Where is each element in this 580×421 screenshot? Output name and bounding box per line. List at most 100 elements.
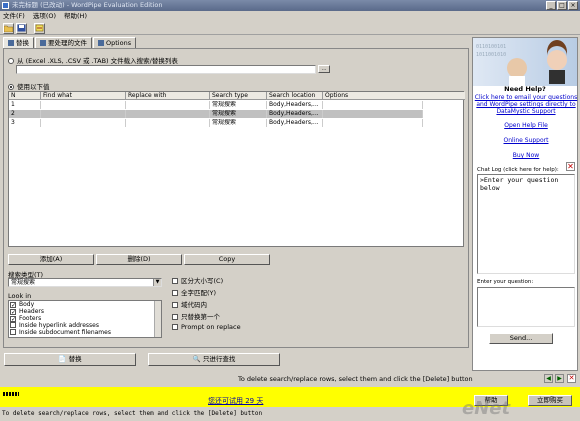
help-banner-image: 0110100101 1011001010 [473, 38, 577, 86]
window-title: 未完标题 (已改动) - WordPipe Evaluation Edition [12, 1, 163, 9]
close-button[interactable]: × [568, 1, 578, 10]
app-icon [2, 2, 9, 9]
need-help-title: Need Help? [504, 85, 546, 93]
menu-options[interactable]: 选项(O) [33, 11, 56, 21]
from-file-radio[interactable] [8, 58, 14, 64]
send-button[interactable]: Send... [489, 333, 553, 344]
options-cell[interactable] [323, 110, 423, 118]
look-in-subdocuments[interactable]: Inside subdocument filenames [9, 329, 161, 336]
col-header-type[interactable]: Search type [210, 92, 267, 100]
svg-text:1011001010: 1011001010 [476, 52, 506, 58]
browse-button[interactable]: ... [318, 65, 330, 73]
question-label: Enter your question: [477, 279, 534, 285]
copy-row-button[interactable]: Copy [184, 254, 270, 265]
table-row[interactable]: 3 常规搜索 Body,Headers,... [9, 119, 423, 127]
options-cell[interactable] [323, 119, 423, 127]
checkbox-empty[interactable] [172, 302, 178, 308]
col-header-replace[interactable]: Replace with [126, 92, 210, 100]
row-number: 2 [9, 110, 41, 118]
replace-cell[interactable] [126, 110, 210, 118]
look-in-headers[interactable]: ✓ Headers [9, 308, 161, 316]
menu-file[interactable]: 文件(F) [3, 11, 25, 21]
options-cell[interactable] [323, 101, 423, 109]
replace-cell[interactable] [126, 119, 210, 127]
find-cell[interactable] [41, 101, 126, 109]
maximize-button[interactable]: □ [557, 1, 567, 10]
type-cell[interactable]: 常规搜索 [210, 119, 267, 127]
wizard-icon[interactable] [34, 23, 45, 34]
status-hint: To delete search/replace rows, select th… [238, 375, 473, 383]
col-header-n[interactable]: N [9, 92, 41, 100]
close-icon[interactable]: ✕ [566, 162, 575, 171]
checkbox-empty[interactable] [10, 329, 16, 335]
find-cell[interactable] [41, 119, 126, 127]
col-header-location[interactable]: Search location [267, 92, 323, 100]
delete-row-button[interactable]: 删除(D) [96, 254, 182, 265]
open-folder-icon[interactable] [3, 23, 14, 34]
replace-button[interactable]: 📄 替换 [4, 353, 136, 366]
chat-log[interactable]: >Enter your question below [477, 174, 575, 274]
status-bar: To delete search/replace rows, select th… [0, 373, 580, 385]
option-replace-first[interactable]: 只替换第一个 [172, 311, 220, 321]
tab-replace[interactable]: 替换 [3, 37, 34, 48]
option-match-case[interactable]: 区分大小写(C) [172, 275, 223, 285]
col-header-find[interactable]: Find what [41, 92, 126, 100]
use-values-radio[interactable] [8, 84, 14, 90]
row-number: 1 [9, 101, 41, 109]
source-file-input[interactable] [16, 65, 316, 74]
chevron-right-icon[interactable]: ▶ [555, 374, 564, 383]
option-prompt[interactable]: Prompt on replace [172, 323, 241, 331]
look-in-hyperlinks[interactable]: Inside hyperlink addresses [9, 322, 161, 329]
look-in-list[interactable]: ✓ Body ✓ Headers ✓ Footers Inside hyperlink… [8, 300, 162, 338]
chevron-left-icon[interactable]: ◀ [544, 374, 553, 383]
checkbox-empty[interactable] [172, 314, 178, 320]
menu-help[interactable]: 帮助(H) [64, 11, 87, 21]
table-row[interactable]: 1 常规搜索 Body,Headers,... [9, 101, 423, 109]
option-whole-word[interactable]: 全字匹配(Y) [172, 287, 216, 297]
look-in-scrollbar[interactable] [154, 301, 161, 337]
open-help-file-link[interactable]: Open Help File [473, 122, 579, 129]
tab-options[interactable]: Options [93, 37, 137, 48]
search-type-select[interactable]: 常规搜索 ▼ [8, 278, 162, 287]
search-icon: 🔍 [192, 355, 203, 363]
location-cell[interactable]: Body,Headers,... [267, 110, 323, 118]
checkbox-empty[interactable] [172, 324, 178, 330]
option-field-codes[interactable]: 域代码内 [172, 299, 207, 309]
chevron-down-icon[interactable]: ▼ [153, 279, 161, 286]
trial-days-text[interactable]: 您还可试用 29 天 [208, 396, 263, 406]
chat-log-label[interactable]: Chat Log (click here for help): [477, 167, 559, 173]
trial-progress-indicator [3, 392, 19, 396]
tab-files[interactable]: 要处理的文件 [35, 37, 92, 48]
minimize-button[interactable]: _ [546, 1, 556, 10]
location-cell[interactable]: Body,Headers,... [267, 101, 323, 109]
replace-icon: 📄 [58, 355, 69, 363]
use-values-option[interactable]: 使用以下值 [8, 81, 50, 91]
checkbox-empty[interactable] [10, 322, 16, 328]
online-support-link[interactable]: Online Support [473, 137, 579, 144]
menu-bar: 文件(F) 选项(O) 帮助(H) [0, 11, 580, 21]
location-cell[interactable]: Body,Headers,... [267, 119, 323, 127]
email-support-link[interactable]: Click here to email your questions and W… [473, 94, 579, 115]
buy-now-link[interactable]: Buy Now [473, 152, 579, 159]
watermark: eNet [462, 398, 511, 419]
col-header-options[interactable]: Options [323, 92, 465, 100]
checkbox-empty[interactable] [172, 290, 178, 296]
replace-grid[interactable]: N Find what Replace with Search type Sea… [8, 91, 465, 247]
replace-tab-icon [8, 40, 14, 46]
from-file-option[interactable]: 从 (Excel .XLS, .CSV 或 .TAB) 文件载入搜索/替换列表 [8, 55, 178, 65]
svg-text:0110100101: 0110100101 [476, 44, 506, 50]
save-icon[interactable] [16, 23, 27, 34]
trial-buy-button[interactable]: 立即购买 [528, 395, 572, 406]
look-in-footers[interactable]: ✓ Footers [9, 315, 161, 323]
type-cell[interactable]: 常规搜索 [210, 110, 267, 118]
add-row-button[interactable]: 添加(A) [8, 254, 94, 265]
replace-cell[interactable] [126, 101, 210, 109]
close-icon[interactable]: ✕ [567, 374, 576, 383]
find-only-button[interactable]: 🔍 只进行查找 [148, 353, 280, 366]
find-cell[interactable] [41, 110, 126, 118]
checkbox-empty[interactable] [172, 278, 178, 284]
type-cell[interactable]: 常规搜索 [210, 101, 267, 109]
table-row-selected[interactable]: 2 常规搜索 Body,Headers,... [9, 110, 423, 118]
question-input[interactable] [477, 287, 575, 327]
look-in-body[interactable]: ✓ Body [9, 301, 161, 309]
